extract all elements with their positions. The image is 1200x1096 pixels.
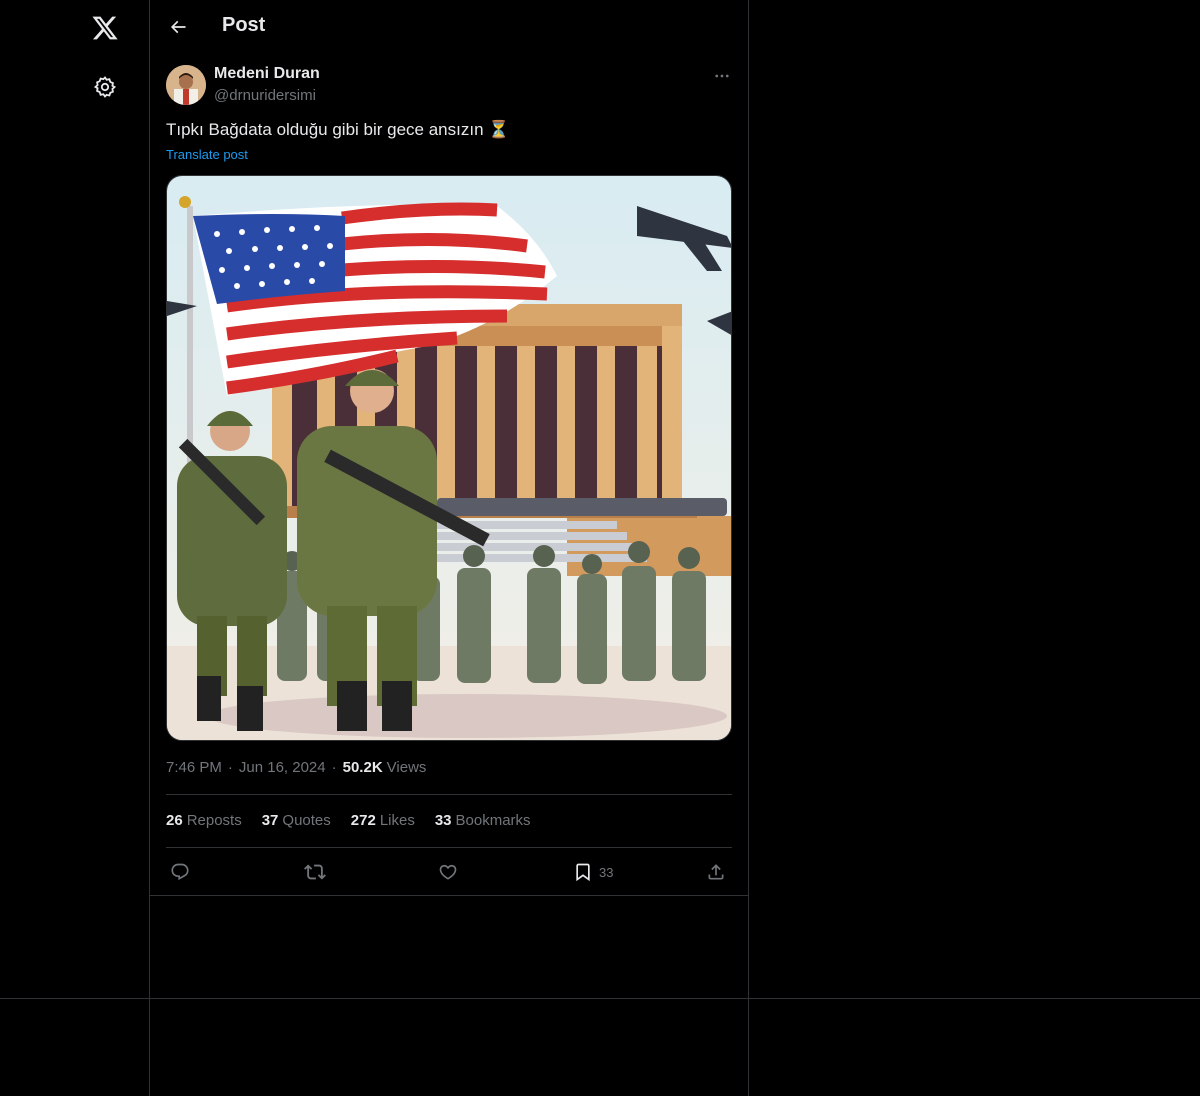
- bookmark-icon: [576, 863, 590, 882]
- arrow-left-icon[interactable]: [160, 9, 196, 45]
- repost-icon: [304, 864, 326, 880]
- bookmark-button[interactable]: 33: [573, 858, 613, 886]
- reposts-stat[interactable]: 26 Reposts: [166, 812, 242, 829]
- engagement-stats: 26 Reposts 37 Quotes 272 Likes 33 Bookmarks: [166, 812, 531, 829]
- heart-icon: [439, 864, 457, 880]
- gear-icon[interactable]: [87, 69, 123, 105]
- meta-separator: ·: [227, 759, 233, 776]
- post-image[interactable]: [166, 175, 732, 741]
- left-nav: [0, 0, 150, 1096]
- views-label: Views: [386, 759, 427, 776]
- views-count: 50.2K: [342, 759, 383, 776]
- page-title: Post: [222, 14, 266, 36]
- likes-stat[interactable]: 272 Likes: [351, 812, 415, 829]
- hourglass-emoji: ⏳: [488, 120, 510, 139]
- bottom-divider: [0, 998, 1200, 999]
- translate-post-link[interactable]: Translate post: [166, 147, 248, 162]
- post-bottom-border: [150, 895, 748, 896]
- divider: [166, 847, 732, 848]
- x-logo-icon[interactable]: [87, 10, 123, 46]
- share-icon: [708, 864, 724, 880]
- author-name[interactable]: Medeni Duran: [214, 65, 320, 83]
- quotes-stat[interactable]: 37 Quotes: [262, 812, 331, 829]
- meta-separator: ·: [331, 759, 337, 776]
- share-button[interactable]: [706, 858, 726, 886]
- reply-button[interactable]: [170, 858, 190, 886]
- post-text-body: Tıpkı Bağdata olduğu gibi bir gece ansız…: [166, 120, 484, 139]
- post-text: Tıpkı Bağdata olduğu gibi bir gece ansız…: [166, 120, 509, 140]
- repost-button[interactable]: [304, 858, 326, 886]
- bookmarks-stat[interactable]: 33 Bookmarks: [435, 812, 531, 829]
- bookmark-count: 33: [599, 864, 614, 880]
- divider: [166, 794, 732, 795]
- author-handle[interactable]: @drnuridersimi: [214, 87, 316, 104]
- top-bar: Post: [150, 0, 748, 56]
- avatar[interactable]: [166, 65, 206, 105]
- post-time[interactable]: 7:46 PM: [166, 759, 222, 776]
- post-date[interactable]: Jun 16, 2024: [239, 759, 326, 776]
- post-meta: 7:46 PM · Jun 16, 2024 · 50.2K Views: [166, 759, 426, 776]
- like-button[interactable]: [438, 858, 458, 886]
- main-column: Post Medeni Duran @drnuridersimi Tıpkı B…: [150, 0, 749, 1096]
- more-options-icon[interactable]: [710, 64, 734, 88]
- reply-icon: [171, 863, 189, 881]
